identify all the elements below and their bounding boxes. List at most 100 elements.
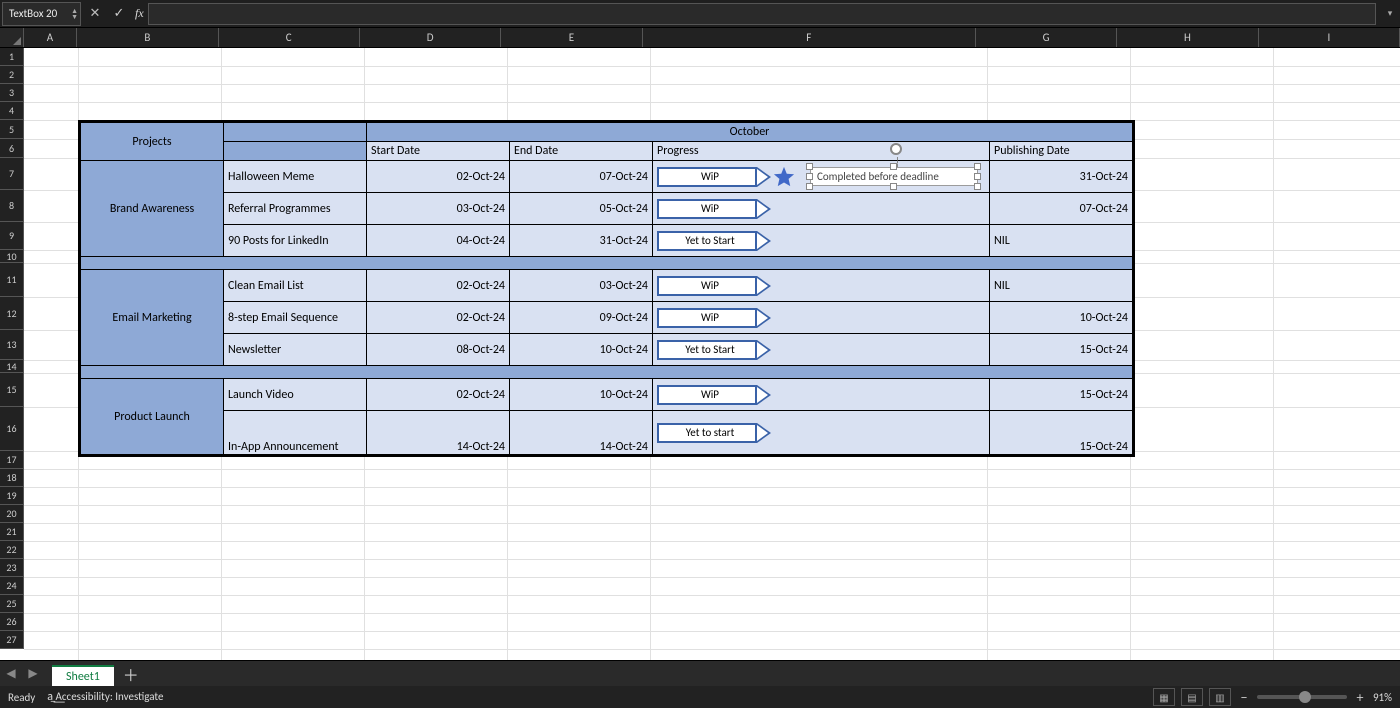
accessibility-button[interactable]: a̲͟ Accessibility: Investigate — [47, 690, 163, 704]
zoom-level[interactable]: 91% — [1373, 691, 1392, 704]
progress-cell[interactable]: WiP — [653, 302, 990, 334]
row-header-4[interactable]: 4 — [0, 102, 24, 120]
row-header-12[interactable]: 12 — [0, 297, 24, 330]
progress-shape[interactable]: WiP — [657, 308, 769, 328]
projects-title-cell[interactable]: Projects — [81, 123, 224, 161]
row-header-10[interactable]: 10 — [0, 250, 24, 263]
task-cell[interactable]: In-App Announcement — [224, 411, 367, 455]
insert-function-button[interactable]: fx — [135, 6, 144, 21]
resize-handle[interactable] — [806, 173, 813, 180]
col-header-B[interactable]: B — [77, 28, 218, 47]
task-cell[interactable]: 8-step Email Sequence — [224, 302, 367, 334]
row-header-8[interactable]: 8 — [0, 190, 24, 222]
progress-shape[interactable]: Yet to start — [657, 423, 769, 443]
start-cell[interactable]: 02-Oct-24 — [367, 161, 510, 193]
row-header-19[interactable]: 19 — [0, 487, 24, 505]
formula-input[interactable] — [148, 3, 1376, 25]
resize-handle[interactable] — [806, 163, 813, 170]
row-header-11[interactable]: 11 — [0, 263, 24, 297]
row-header-16[interactable]: 16 — [0, 407, 24, 451]
col-header-G[interactable]: G — [976, 28, 1117, 47]
end-cell[interactable]: 03-Oct-24 — [510, 270, 653, 302]
row-header-18[interactable]: 18 — [0, 469, 24, 487]
end-date-header[interactable]: End Date — [510, 142, 653, 161]
start-cell[interactable]: 02-Oct-24 — [367, 379, 510, 411]
start-date-header[interactable]: Start Date — [367, 142, 510, 161]
publish-cell[interactable]: NIL — [990, 270, 1133, 302]
progress-shape[interactable]: Yet to Start — [657, 340, 769, 360]
worksheet-grid[interactable]: 1234567891011121314151617181920212223242… — [0, 48, 1400, 660]
star-icon[interactable] — [773, 166, 795, 188]
progress-cell[interactable]: WiP — [653, 379, 990, 411]
end-cell[interactable]: 09-Oct-24 — [510, 302, 653, 334]
progress-shape[interactable]: WiP — [657, 167, 769, 187]
publish-cell[interactable]: 15-Oct-24 — [990, 379, 1133, 411]
row-header-6[interactable]: 6 — [0, 139, 24, 158]
rotate-handle-icon[interactable] — [890, 143, 902, 155]
row-header-17[interactable]: 17 — [0, 451, 24, 469]
task-cell[interactable]: Newsletter — [224, 334, 367, 366]
row-header-25[interactable]: 25 — [0, 595, 24, 613]
expand-formula-bar-icon[interactable]: ▾ — [1380, 8, 1400, 19]
end-cell[interactable]: 07-Oct-24 — [510, 161, 653, 193]
row-header-23[interactable]: 23 — [0, 559, 24, 577]
cancel-formula-button[interactable]: ✕ — [85, 4, 105, 24]
group-name[interactable]: Email Marketing — [81, 270, 224, 366]
row-header-26[interactable]: 26 — [0, 613, 24, 631]
progress-cell[interactable]: WiP — [653, 193, 990, 225]
end-cell[interactable]: 31-Oct-24 — [510, 225, 653, 257]
add-sheet-button[interactable]: ＋ — [120, 663, 142, 685]
progress-shape[interactable]: WiP — [657, 276, 769, 296]
start-cell[interactable]: 08-Oct-24 — [367, 334, 510, 366]
end-cell[interactable]: 10-Oct-24 — [510, 379, 653, 411]
progress-cell[interactable]: Yet to Start — [653, 225, 990, 257]
zoom-slider[interactable] — [1257, 695, 1347, 699]
name-box[interactable]: TextBox 20 ▲▼ — [2, 2, 81, 26]
col-header-D[interactable]: D — [360, 28, 501, 47]
progress-shape[interactable]: Yet to Start — [657, 231, 769, 251]
progress-cell[interactable]: Yet to Start — [653, 334, 990, 366]
accept-formula-button[interactable]: ✓ — [109, 4, 129, 24]
row-header-22[interactable]: 22 — [0, 541, 24, 559]
row-header-3[interactable]: 3 — [0, 84, 24, 102]
publish-cell[interactable]: 31-Oct-24 — [990, 161, 1133, 193]
publish-cell[interactable]: NIL — [990, 225, 1133, 257]
progress-cell[interactable]: Yet to start — [653, 411, 990, 455]
start-cell[interactable]: 02-Oct-24 — [367, 302, 510, 334]
end-cell[interactable]: 10-Oct-24 — [510, 334, 653, 366]
publish-cell[interactable]: 07-Oct-24 — [990, 193, 1133, 225]
page-break-view-button[interactable]: ▥ — [1209, 688, 1231, 706]
publish-cell[interactable]: 15-Oct-24 — [990, 411, 1133, 455]
name-box-spinner-icon[interactable]: ▲▼ — [71, 8, 78, 20]
resize-handle[interactable] — [974, 163, 981, 170]
row-header-5[interactable]: 5 — [0, 120, 24, 139]
zoom-in-button[interactable]: + — [1353, 689, 1367, 706]
tab-nav-prev-icon[interactable]: ◀ — [0, 663, 22, 685]
start-cell[interactable]: 14-Oct-24 — [367, 411, 510, 455]
end-cell[interactable]: 05-Oct-24 — [510, 193, 653, 225]
start-cell[interactable]: 03-Oct-24 — [367, 193, 510, 225]
col-header-F[interactable]: F — [643, 28, 976, 47]
task-cell[interactable]: Clean Email List — [224, 270, 367, 302]
publish-cell[interactable]: 15-Oct-24 — [990, 334, 1133, 366]
row-header-13[interactable]: 13 — [0, 330, 24, 360]
row-header-27[interactable]: 27 — [0, 631, 24, 649]
normal-view-button[interactable]: ▦ — [1153, 688, 1175, 706]
row-header-14[interactable]: 14 — [0, 360, 24, 373]
col-header-I[interactable]: I — [1259, 28, 1400, 47]
task-cell[interactable]: Launch Video — [224, 379, 367, 411]
row-header-9[interactable]: 9 — [0, 222, 24, 250]
col-header-C[interactable]: C — [219, 28, 360, 47]
col-header-A[interactable]: A — [24, 28, 77, 47]
publish-header[interactable]: Publishing Date — [990, 142, 1133, 161]
col-header-H[interactable]: H — [1117, 28, 1258, 47]
progress-header[interactable]: Progress — [653, 142, 990, 161]
progress-shape[interactable]: WiP — [657, 385, 769, 405]
blank-header-cell[interactable] — [224, 123, 367, 142]
task-cell[interactable]: Halloween Meme — [224, 161, 367, 193]
start-cell[interactable]: 04-Oct-24 — [367, 225, 510, 257]
resize-handle[interactable] — [890, 183, 897, 190]
group-name[interactable]: Product Launch — [81, 379, 224, 455]
select-all-button[interactable] — [0, 28, 24, 47]
zoom-thumb[interactable] — [1299, 691, 1311, 703]
